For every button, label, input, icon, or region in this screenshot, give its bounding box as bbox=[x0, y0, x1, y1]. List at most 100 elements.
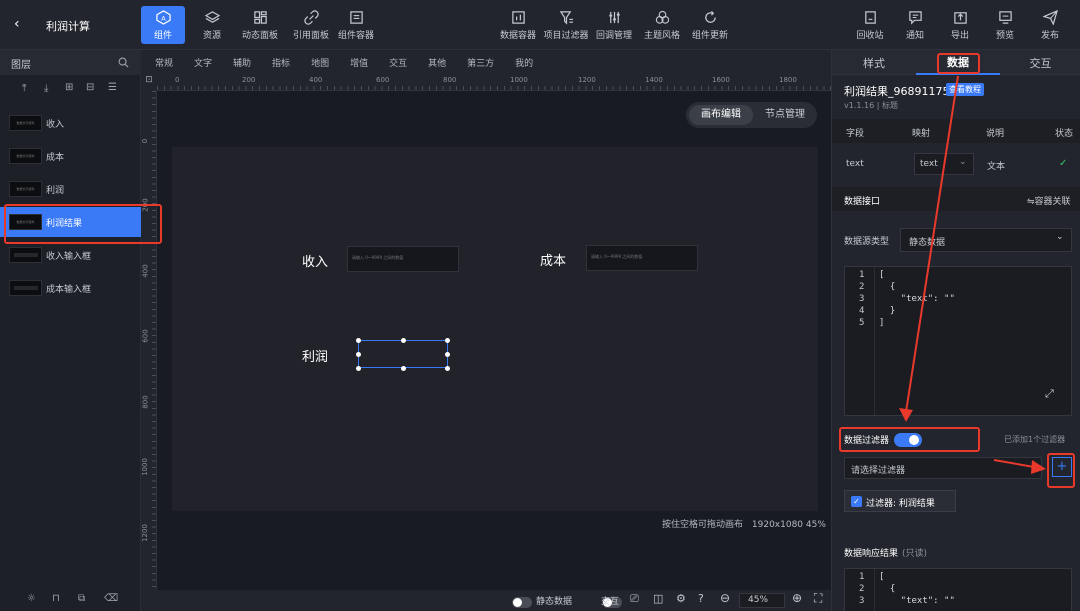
static-data-toggle[interactable] bbox=[512, 596, 532, 608]
tab-style[interactable]: 样式 bbox=[832, 50, 916, 75]
toolbar-data-container-button[interactable]: 数据容器 bbox=[496, 6, 540, 44]
monitor-icon bbox=[998, 10, 1012, 24]
layer-thumbnail: 数据文字组件 bbox=[9, 148, 42, 164]
bulb-icon[interactable]: ☼ bbox=[27, 593, 36, 604]
layer-item[interactable]: 数据文字组件 收入 bbox=[0, 108, 141, 138]
income-label[interactable]: 收入 bbox=[302, 251, 328, 270]
move-top-icon[interactable]: ⤒ bbox=[22, 83, 26, 94]
filter-checkbox[interactable]: ✓ bbox=[851, 496, 862, 507]
category-tab[interactable]: 文字 bbox=[194, 56, 212, 69]
layer-item[interactable]: 成本输入框 bbox=[0, 273, 141, 303]
layer-item[interactable]: 收入输入框 bbox=[0, 240, 141, 270]
category-tab[interactable]: 第三方 bbox=[467, 56, 494, 69]
annotation-box-selected-layer bbox=[4, 204, 162, 244]
category-tab[interactable]: 常规 bbox=[155, 56, 173, 69]
fit-screen-icon[interactable]: ⛶ bbox=[814, 591, 822, 606]
canvas-edit-tab[interactable]: 画布编辑 bbox=[689, 105, 753, 125]
toolbar-callback-button[interactable]: 回调管理 bbox=[592, 6, 636, 44]
monitor-check-icon[interactable]: ⎚ bbox=[630, 592, 639, 606]
resize-handle[interactable] bbox=[401, 338, 406, 343]
container-link[interactable]: ⇋容器关联 bbox=[1027, 194, 1071, 207]
toolbar-export-button[interactable]: 导出 bbox=[938, 6, 982, 44]
code-line: "text": "" bbox=[879, 294, 955, 304]
filter-select[interactable]: 请选择过滤器 bbox=[844, 457, 1042, 479]
ungroup-icon[interactable]: ⊟ bbox=[86, 82, 94, 93]
cost-label[interactable]: 成本 bbox=[540, 250, 566, 269]
zoom-input[interactable]: 45% bbox=[739, 593, 785, 608]
col-field: 字段 bbox=[846, 129, 865, 139]
layer-thumbnail bbox=[9, 280, 42, 296]
export-icon bbox=[953, 11, 967, 24]
static-data-label: 静态数据 bbox=[536, 597, 573, 607]
category-tab[interactable]: 我的 bbox=[515, 56, 533, 69]
category-tab[interactable]: 其他 bbox=[428, 56, 446, 69]
dashboard-icon bbox=[253, 10, 267, 24]
filter-icon bbox=[559, 10, 573, 25]
zoom-out-icon[interactable]: ⊖ bbox=[720, 591, 730, 605]
toolbar-dynamic-panel-button[interactable]: 动态面板 bbox=[238, 6, 282, 44]
layer-thumbnail: 数据文字组件 bbox=[9, 181, 42, 197]
resize-handle[interactable] bbox=[445, 338, 450, 343]
resize-handle[interactable] bbox=[445, 352, 450, 357]
toolbar-project-filter-button[interactable]: 项目过滤器 bbox=[544, 6, 589, 44]
filter-item[interactable]: ✓ 过滤器: 利润结果 bbox=[844, 490, 956, 512]
response-readonly: (只读) bbox=[902, 549, 928, 559]
layer-item[interactable]: 数据文字组件 利润 bbox=[0, 174, 141, 204]
toolbar-preview-button[interactable]: 预览 bbox=[983, 6, 1027, 44]
toolbar-resources-button[interactable]: 资源 bbox=[190, 6, 234, 44]
list-icon[interactable]: ☰ bbox=[108, 82, 117, 93]
income-input-box[interactable]: 请输入 0～9999 之间的数值 bbox=[347, 246, 459, 272]
expand-icon[interactable]: ⤢ bbox=[1045, 387, 1054, 401]
resize-handle[interactable] bbox=[401, 366, 406, 371]
vertical-ruler: 0 200 400 600 800 1000 1200 bbox=[141, 91, 157, 611]
toolbar-theme-button[interactable]: 主题风格 bbox=[640, 6, 684, 44]
filter-count: 已添加1个过滤器 bbox=[1004, 435, 1066, 444]
zoom-in-icon[interactable]: ⊕ bbox=[792, 591, 802, 605]
canvas-screen[interactable] bbox=[172, 147, 818, 511]
toolbar-notification-button[interactable]: 通知 bbox=[893, 6, 937, 44]
toolbar-components-button[interactable]: A 组件 bbox=[141, 6, 185, 44]
category-tab[interactable]: 交互 bbox=[389, 56, 407, 69]
group-icon[interactable]: ⊞ bbox=[65, 82, 73, 93]
toolbar-update-button[interactable]: 组件更新 bbox=[688, 6, 732, 44]
profit-label[interactable]: 利润 bbox=[302, 346, 328, 365]
resize-handle[interactable] bbox=[445, 366, 450, 371]
svg-text:A: A bbox=[161, 14, 166, 22]
copy-icon[interactable]: ⧉ bbox=[78, 593, 85, 604]
toolbar-reference-panel-button[interactable]: 引用面板 bbox=[289, 6, 333, 44]
panel-toggle-icon[interactable]: ◫ bbox=[653, 592, 663, 605]
profit-result-selection[interactable] bbox=[356, 338, 450, 371]
filter-item-label: 过滤器: 利润结果 bbox=[866, 499, 935, 509]
filter-select-placeholder: 请选择过滤器 bbox=[851, 466, 906, 476]
response-result-viewer: 1 2 3 [ { "text": "" bbox=[844, 568, 1072, 611]
mapping-select[interactable]: text ⌄ bbox=[914, 153, 974, 175]
ruler-corner-icon[interactable]: ⊡ bbox=[141, 75, 157, 91]
lock-icon[interactable]: ⊓ bbox=[52, 593, 60, 604]
tab-interaction[interactable]: 交互 bbox=[1000, 50, 1080, 75]
category-tab[interactable]: 地图 bbox=[311, 56, 329, 69]
help-icon[interactable]: ? bbox=[698, 592, 704, 605]
node-manage-tab[interactable]: 节点管理 bbox=[756, 105, 814, 125]
canvas-mode-switch: 画布编辑 节点管理 bbox=[686, 102, 817, 128]
category-tab[interactable]: 指标 bbox=[272, 56, 290, 69]
category-tab[interactable]: 辅助 bbox=[233, 56, 251, 69]
toolbar-component-container-button[interactable]: 组件容器 bbox=[334, 6, 378, 44]
resize-handle[interactable] bbox=[356, 352, 361, 357]
resize-handle[interactable] bbox=[356, 338, 361, 343]
cost-input-box[interactable]: 请输入 0～9999 之间的数值 bbox=[586, 245, 698, 271]
settings-gear-icon[interactable]: ⚙ bbox=[676, 592, 686, 605]
layer-item[interactable]: 数据文字组件 成本 bbox=[0, 141, 141, 171]
refresh-icon bbox=[704, 10, 716, 23]
move-bottom-icon[interactable]: ⤓ bbox=[44, 83, 48, 94]
search-icon[interactable] bbox=[118, 57, 129, 68]
category-tab[interactable]: 增值 bbox=[350, 56, 368, 69]
back-icon[interactable]: ‹ bbox=[14, 16, 28, 34]
tutorial-badge[interactable]: 查看教程 bbox=[946, 83, 984, 96]
trash-icon[interactable]: ⌫ bbox=[104, 593, 118, 604]
resize-handle[interactable] bbox=[356, 366, 361, 371]
toolbar-publish-button[interactable]: 发布 bbox=[1028, 6, 1072, 44]
mapping-value: text bbox=[920, 159, 938, 169]
toolbar-recycle-button[interactable]: 回收站 bbox=[848, 6, 892, 44]
static-data-editor[interactable]: 1 2 3 4 5 [ { "text": "" } ] ⤢ bbox=[844, 266, 1072, 416]
source-type-select[interactable]: 静态数据 ⌄ bbox=[900, 228, 1072, 252]
